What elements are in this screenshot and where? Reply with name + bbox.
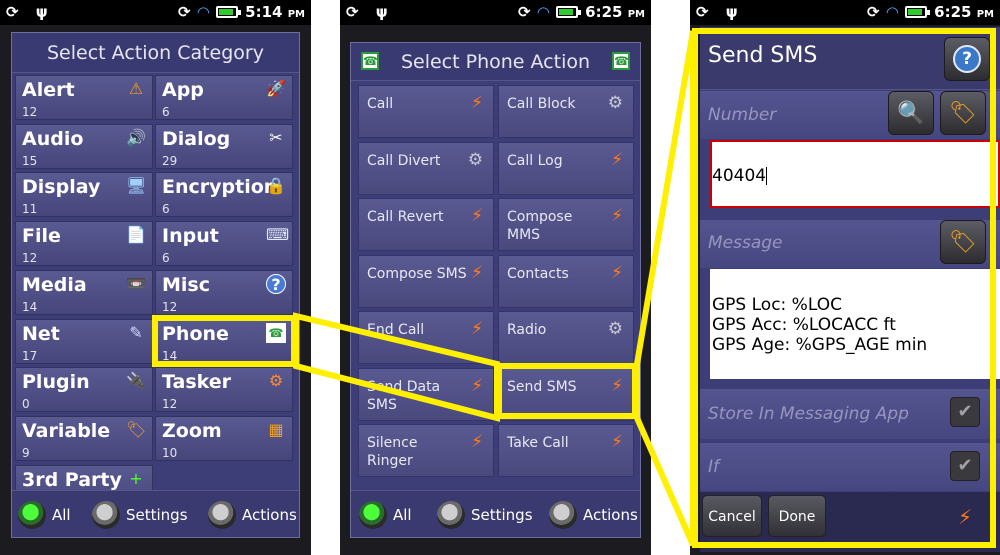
- connector-phone-to-send: [293, 312, 500, 422]
- connector-send-to-editor: [634, 30, 696, 547]
- screenshot-composite: ⟳ ψ ⟳ ◠ 5:14 PM Select Action Category A…: [0, 0, 1000, 555]
- connector-lines: [293, 30, 696, 547]
